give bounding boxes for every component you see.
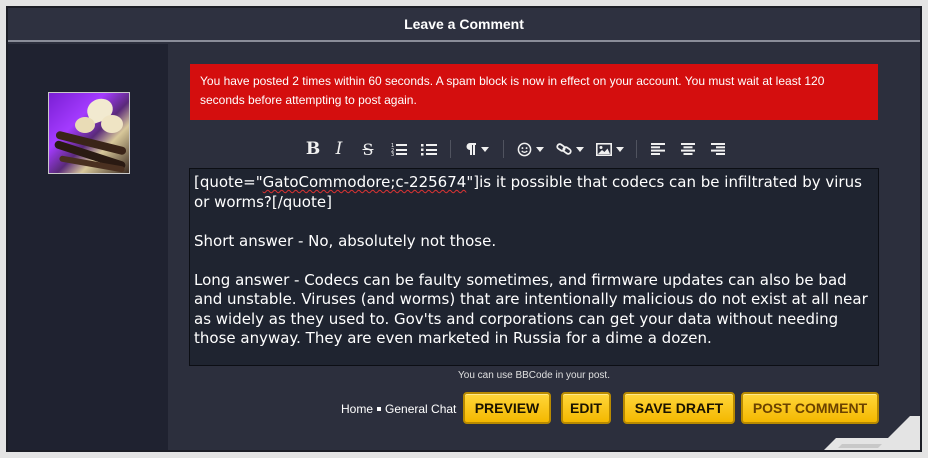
save-draft-button[interactable]: SAVE DRAFT bbox=[623, 392, 735, 424]
chevron-down-icon bbox=[535, 146, 544, 152]
comment-panel: Leave a Comment You have posted 2 times … bbox=[6, 6, 922, 452]
short-answer-line: Short answer - No, absolutely not those. bbox=[194, 231, 497, 250]
chevron-down-icon bbox=[481, 146, 489, 152]
page-title: Leave a Comment bbox=[404, 16, 524, 32]
paragraph-icon[interactable] bbox=[457, 137, 497, 161]
emoji-icon[interactable] bbox=[510, 137, 550, 161]
comment-header: Leave a Comment bbox=[8, 8, 920, 42]
long-answer-paragraph: Long answer - Codecs can be faulty somet… bbox=[194, 270, 868, 348]
breadcrumb-home[interactable]: Home bbox=[341, 402, 373, 416]
align-center-icon[interactable] bbox=[673, 137, 703, 161]
unordered-list-icon[interactable] bbox=[414, 137, 444, 161]
spam-block-alert: You have posted 2 times within 60 second… bbox=[190, 64, 878, 120]
align-right-icon[interactable] bbox=[703, 137, 733, 161]
breadcrumb-separator bbox=[377, 407, 382, 411]
link-icon[interactable] bbox=[550, 137, 590, 161]
editor-toolbar: B I S 123 bbox=[300, 136, 733, 162]
chevron-down-icon bbox=[616, 146, 624, 152]
image-icon[interactable] bbox=[590, 137, 630, 161]
strikethrough-icon[interactable]: S bbox=[352, 137, 384, 161]
svg-text:3: 3 bbox=[391, 152, 394, 156]
preview-button[interactable]: PREVIEW bbox=[463, 392, 551, 424]
quote-line: [quote="GatoCommodore;c-225674"]is it po… bbox=[194, 173, 862, 211]
corner-decoration bbox=[824, 416, 920, 450]
user-column bbox=[8, 44, 168, 450]
toolbar-divider bbox=[503, 140, 504, 158]
bbcode-note: You can use BBCode in your post. bbox=[458, 370, 610, 381]
align-left-icon[interactable] bbox=[643, 137, 673, 161]
alert-message: You have posted 2 times within 60 second… bbox=[200, 74, 825, 107]
breadcrumb: Home General Chat bbox=[341, 402, 456, 416]
toolbar-divider bbox=[636, 140, 637, 158]
chevron-down-icon bbox=[576, 146, 584, 152]
ordered-list-icon[interactable]: 123 bbox=[384, 137, 414, 161]
breadcrumb-category[interactable]: General Chat bbox=[385, 402, 456, 416]
bold-icon[interactable]: B bbox=[300, 137, 326, 161]
avatar[interactable] bbox=[48, 92, 130, 174]
edit-button[interactable]: EDIT bbox=[561, 392, 611, 424]
italic-icon[interactable]: I bbox=[326, 137, 352, 161]
comment-textarea[interactable]: [quote="GatoCommodore;c-225674"]is it po… bbox=[189, 168, 879, 366]
comment-frame: Leave a Comment You have posted 2 times … bbox=[0, 0, 928, 458]
quote-user: GatoCommodore;c-225674 bbox=[262, 173, 467, 191]
toolbar-divider bbox=[450, 140, 451, 158]
